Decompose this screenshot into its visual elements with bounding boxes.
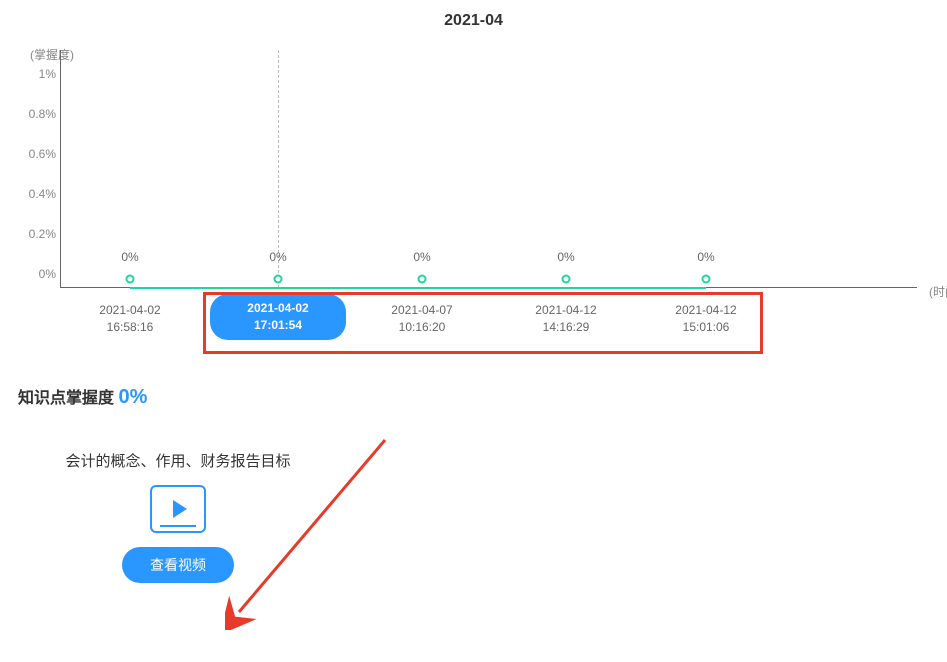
x-axis-label: (时间) xyxy=(929,283,947,300)
video-icon xyxy=(150,485,206,533)
y-axis-line xyxy=(60,50,61,288)
data-point[interactable] xyxy=(562,275,571,284)
mastery-label: 知识点掌握度 xyxy=(18,390,114,407)
y-tick: 0.2% xyxy=(16,227,56,241)
data-point[interactable] xyxy=(418,275,427,284)
chart-title: 2021-04 xyxy=(0,0,947,30)
y-tick: 1% xyxy=(16,67,56,81)
y-tick: 0.8% xyxy=(16,107,56,121)
value-label: 0% xyxy=(557,250,574,264)
annotation-box xyxy=(203,292,763,354)
y-tick: 0.4% xyxy=(16,187,56,201)
chart-area: (掌握度) (时间) 0% 0.2% 0.4% 0.6% 0.8% 1% 0% … xyxy=(60,50,917,360)
value-label: 0% xyxy=(413,250,430,264)
value-label: 0% xyxy=(269,250,286,264)
mastery-row: 知识点掌握度 0% xyxy=(18,384,947,409)
mastery-value: 0% xyxy=(118,386,147,408)
data-point[interactable] xyxy=(702,275,711,284)
value-label: 0% xyxy=(121,250,138,264)
card-title: 会计的概念、作用、财务报告目标 xyxy=(48,449,308,475)
y-tick: 0.6% xyxy=(16,147,56,161)
y-axis-label: (掌握度) xyxy=(30,46,74,63)
data-point[interactable] xyxy=(126,275,135,284)
knowledge-card: 会计的概念、作用、财务报告目标 查看视频 xyxy=(48,449,308,583)
x-tick-label[interactable]: 2021-04-02 16:58:16 xyxy=(75,302,185,336)
y-tick: 0% xyxy=(16,267,56,281)
view-video-button[interactable]: 查看视频 xyxy=(122,547,234,583)
series-line xyxy=(130,287,706,289)
data-point-active[interactable] xyxy=(274,275,283,284)
value-label: 0% xyxy=(697,250,714,264)
